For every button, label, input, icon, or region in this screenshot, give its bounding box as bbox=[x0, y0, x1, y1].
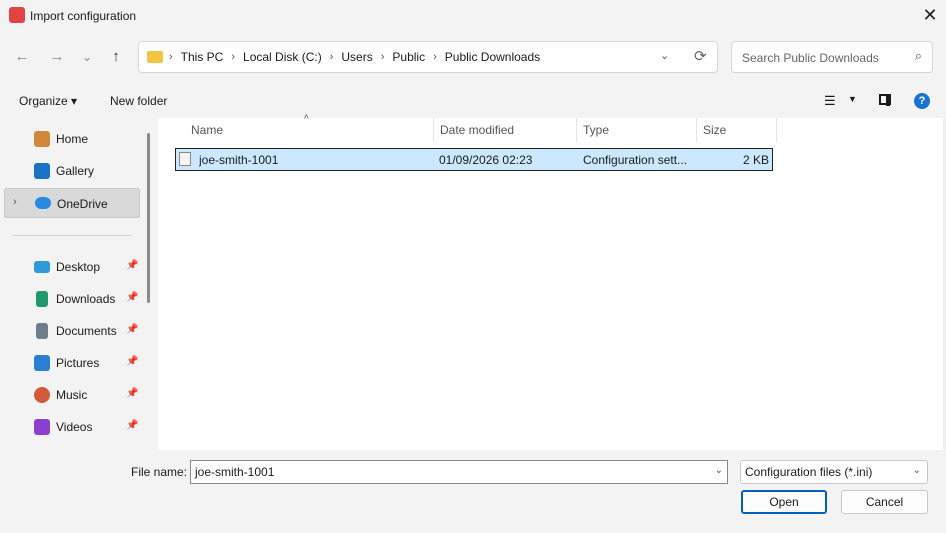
sidebar-item-label: Home bbox=[56, 132, 89, 146]
sidebar-divider bbox=[12, 235, 132, 236]
app-logo-icon bbox=[9, 7, 25, 23]
music-icon bbox=[34, 387, 50, 403]
column-header-size[interactable]: Size bbox=[697, 118, 777, 142]
sidebar-item-downloads[interactable]: Downloads 📌 bbox=[4, 284, 140, 314]
file-type-select[interactable]: Configuration files (*.ini) ⌄ bbox=[740, 460, 928, 484]
breadcrumb-separator: › bbox=[169, 51, 173, 63]
pin-icon: 📌 bbox=[126, 292, 139, 303]
file-name-label: File name: bbox=[131, 465, 188, 479]
breadcrumb-public[interactable]: Public bbox=[392, 42, 425, 72]
preview-pane-icon[interactable] bbox=[879, 94, 891, 106]
breadcrumb-public-downloads[interactable]: Public Downloads bbox=[445, 42, 540, 72]
sidebar-item-documents[interactable]: Documents 📌 bbox=[4, 316, 140, 346]
breadcrumb: › This PC › Local Disk (C:) › Users › Pu… bbox=[169, 42, 540, 72]
column-header-type[interactable]: Type bbox=[577, 118, 697, 142]
title-bar bbox=[0, 0, 946, 32]
breadcrumb-users[interactable]: Users bbox=[341, 42, 372, 72]
downloads-icon bbox=[36, 291, 48, 307]
search-box[interactable]: ⌕ bbox=[731, 41, 933, 73]
pin-icon: 📌 bbox=[126, 388, 139, 399]
chevron-down-icon[interactable]: ⌄ bbox=[913, 465, 921, 476]
config-file-icon bbox=[179, 152, 191, 166]
sidebar-item-label: Music bbox=[56, 388, 88, 402]
chevron-down-icon[interactable]: ⌄ bbox=[715, 465, 723, 476]
sidebar-item-label: OneDrive bbox=[57, 197, 108, 211]
pin-icon: 📌 bbox=[126, 420, 139, 431]
search-input[interactable] bbox=[740, 48, 904, 68]
pin-icon: 📌 bbox=[126, 260, 139, 271]
documents-icon bbox=[36, 323, 48, 339]
help-icon[interactable]: ? bbox=[914, 93, 930, 109]
file-type-value: Configuration files (*.ini) bbox=[745, 465, 873, 479]
pin-icon: 📌 bbox=[126, 356, 139, 367]
view-options-chevron-icon[interactable]: ▼ bbox=[848, 94, 857, 104]
desktop-icon bbox=[34, 261, 50, 273]
date-modified-cell: 01/09/2026 02:23 bbox=[439, 153, 533, 167]
search-icon[interactable]: ⌕ bbox=[915, 48, 922, 64]
sidebar-item-desktop[interactable]: Desktop 📌 bbox=[4, 252, 140, 282]
gallery-icon bbox=[34, 163, 50, 179]
back-arrow-icon[interactable]: ← bbox=[11, 46, 33, 68]
onedrive-icon bbox=[35, 197, 51, 209]
sidebar-item-onedrive[interactable]: › OneDrive bbox=[4, 188, 140, 218]
sidebar-item-label: Downloads bbox=[56, 292, 116, 306]
sidebar-item-home[interactable]: Home bbox=[4, 124, 140, 154]
open-button[interactable]: Open bbox=[741, 490, 827, 514]
sidebar-item-pictures[interactable]: Pictures 📌 bbox=[4, 348, 140, 378]
home-icon bbox=[34, 131, 50, 147]
file-name-cell: joe-smith-1001 bbox=[199, 153, 279, 167]
table-row[interactable]: joe-smith-1001 01/09/2026 02:23 Configur… bbox=[175, 148, 773, 171]
up-arrow-icon[interactable]: ↑ bbox=[105, 46, 127, 68]
organize-button[interactable]: Organize ▾ bbox=[19, 94, 77, 108]
breadcrumb-separator: › bbox=[231, 51, 236, 63]
navigation-scrollbar[interactable] bbox=[147, 133, 150, 303]
breadcrumb-separator: › bbox=[380, 51, 385, 63]
sidebar-item-label: Desktop bbox=[56, 260, 101, 274]
folder-icon bbox=[147, 51, 163, 63]
column-header-date-modified[interactable]: Date modified bbox=[434, 118, 577, 142]
file-name-value[interactable]: joe-smith-1001 bbox=[195, 465, 274, 479]
refresh-icon[interactable]: ⟳ bbox=[694, 47, 707, 65]
sidebar-item-videos[interactable]: Videos 📌 bbox=[4, 412, 140, 442]
breadcrumb-separator: › bbox=[433, 51, 437, 63]
navigation-pane: Home Gallery › OneDrive Desktop 📌 Downlo… bbox=[0, 118, 156, 450]
column-header-name[interactable]: Name bbox=[185, 118, 434, 142]
videos-icon bbox=[34, 419, 50, 435]
file-list: ^ Name Date modified Type Size joe-smith… bbox=[158, 114, 946, 450]
breadcrumb-separator: › bbox=[329, 51, 334, 63]
pictures-icon bbox=[34, 355, 50, 371]
cancel-button[interactable]: Cancel bbox=[841, 490, 928, 514]
window-title: Import configuration bbox=[30, 9, 137, 23]
sidebar-item-music[interactable]: Music 📌 bbox=[4, 380, 140, 410]
forward-arrow-icon[interactable]: → bbox=[46, 46, 68, 68]
view-options-icon[interactable]: ☰ bbox=[824, 93, 836, 109]
sidebar-item-label: Documents bbox=[56, 324, 117, 338]
breadcrumb-local-disk[interactable]: Local Disk (C:) bbox=[243, 42, 322, 72]
new-folder-button[interactable]: New folder bbox=[110, 94, 167, 108]
close-icon[interactable]: ✕ bbox=[918, 4, 942, 26]
type-cell: Configuration sett... bbox=[583, 153, 688, 167]
sidebar-item-label: Pictures bbox=[56, 356, 100, 370]
sidebar-item-label: Gallery bbox=[56, 164, 95, 178]
pin-icon: 📌 bbox=[126, 324, 139, 335]
address-dropdown-icon[interactable]: ⌄ bbox=[660, 49, 669, 62]
expand-chevron-icon[interactable]: › bbox=[13, 196, 17, 208]
address-bar[interactable]: › This PC › Local Disk (C:) › Users › Pu… bbox=[138, 41, 718, 73]
size-cell: 2 KB bbox=[742, 153, 769, 167]
recent-locations-chevron-icon[interactable]: ⌄ bbox=[76, 46, 98, 68]
breadcrumb-this-pc[interactable]: This PC bbox=[181, 42, 224, 72]
file-name-field[interactable]: joe-smith-1001 ⌄ bbox=[190, 460, 728, 484]
sidebar-item-label: Videos bbox=[56, 420, 93, 434]
sidebar-item-gallery[interactable]: Gallery bbox=[4, 156, 140, 186]
